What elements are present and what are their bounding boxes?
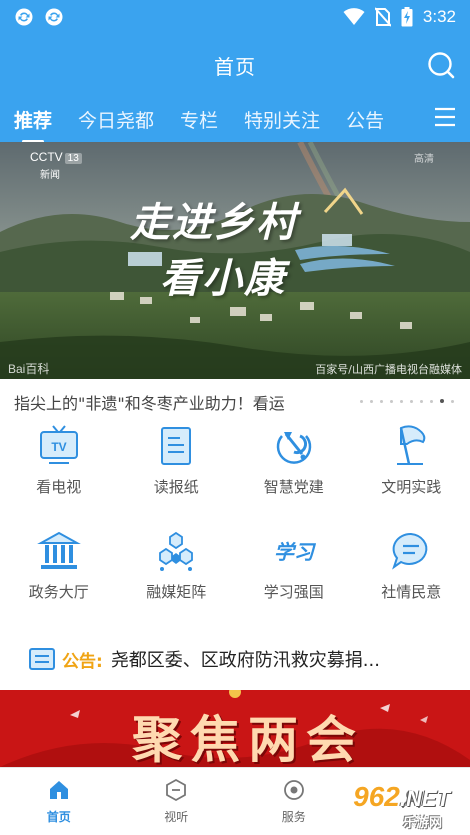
carousel-dot[interactable] [440,399,444,403]
status-right: 3:32 [343,7,456,27]
wifi-icon [343,8,365,25]
status-time: 3:32 [422,7,456,26]
grid-label: 学习强国 [263,583,324,601]
function-grid: TV 看电视 读报纸 智慧党建 文明实践 政务大厅 融媒矩阵 学习 学习强国 社… [0,410,470,636]
party-emblem-icon [276,432,311,464]
banner-watermark: 百家号/山西广播电视台融媒体 [315,363,462,376]
grid-item-xuexi[interactable]: 学习 学习强国 [235,521,353,626]
title-bar: 首页 [0,34,470,96]
no-sim-icon [374,7,391,27]
grid-label: 社情民意 [381,583,442,601]
category-tabs: 推荐 今日尧都 专栏 特别关注 公告 [0,96,470,143]
tab-column[interactable]: 专栏 [180,106,218,133]
nav-label: 视听 [164,810,189,824]
page-title: 首页 [214,54,256,79]
announcement-bar[interactable]: 公告: 尧都区委、区政府防汛救灾募捐... [0,636,470,682]
tab-recommend[interactable]: 推荐 [14,106,52,143]
cctv-sub-label: 新闻 [40,170,60,181]
bottom-navigation: 首页 视听 服务 962.NET 乐游网 [0,767,470,835]
carousel-dot[interactable] [451,399,454,403]
announcement-tag: 公告: [62,651,103,672]
promo-title: 聚焦两会 [132,710,364,767]
grid-item-government-hall[interactable]: 政务大厅 [0,521,118,626]
carousel-dot[interactable] [430,399,433,403]
grid-item-media-matrix[interactable]: 融媒矩阵 [118,521,236,626]
grid-label: 看电视 [36,478,82,496]
video-icon [166,778,187,802]
status-left [14,7,64,27]
baidu-mark: Bai百科 [8,362,50,376]
grid-label: 智慧党建 [263,478,324,496]
grid-item-newspaper[interactable]: 读报纸 [118,416,236,521]
announcement-icon [29,648,55,670]
home-icon [49,781,68,799]
announcement-text[interactable]: 尧都区委、区政府防汛救灾募捐... [111,646,380,672]
banner-title-line1: 走进乡村 [130,199,298,246]
tab-today-yaodu[interactable]: 今日尧都 [78,106,154,133]
carousel-dot[interactable] [420,399,423,403]
menu-icon[interactable] [434,106,456,128]
banner-title: 走进乡村 看小康 [130,190,298,304]
grid-item-public-opinion[interactable]: 社情民意 [353,521,470,626]
flag-icon [397,425,426,465]
grid-item-civilization-practice[interactable]: 文明实践 [353,416,470,521]
carousel-dot[interactable] [380,399,383,403]
status-bar: 3:32 [0,0,470,34]
svg-text:学习: 学习 [274,540,316,564]
carousel-dot[interactable] [410,399,413,403]
carousel-dot[interactable] [400,399,403,403]
carousel-indicator [360,399,454,403]
carousel-dot[interactable] [390,399,393,403]
service-icon [283,780,304,800]
newspaper-icon [161,427,192,465]
carousel-banner[interactable]: CCTV 13 新闻 高清 走进乡村 看小康 Bai百科 百家号/山西广播电视台融… [0,142,470,379]
promo-banner[interactable]: 聚焦两会 [0,690,470,767]
app-root: 3:32 首页 推荐 今日尧都 专栏 特别关注 公告 CCTV 13 新闻 高清… [0,0,470,835]
xuexi-logo-icon: 学习 [274,540,316,564]
nav-home[interactable]: 首页 [0,768,118,835]
grid-label: 读报纸 [153,478,199,496]
grid-item-tv[interactable]: TV 看电视 [0,416,118,521]
nav-profile[interactable] [353,768,470,835]
grid-label: 融媒矩阵 [146,583,207,601]
tab-announcement[interactable]: 公告 [346,106,384,133]
banner-title-line2: 看小康 [160,255,286,302]
battery-charging-icon [401,7,413,27]
svg-text:TV: TV [51,440,66,454]
grid-label: 文明实践 [381,478,442,496]
sync-icon [45,8,63,26]
user-icon [402,789,421,808]
sync-icon [15,8,33,26]
nav-label: 服务 [281,810,306,824]
media-matrix-icon [159,531,194,571]
carousel-dot[interactable] [360,399,363,403]
nav-service[interactable]: 服务 [235,768,353,835]
search-icon[interactable] [426,50,456,80]
government-hall-icon [36,531,81,569]
carousel-dot[interactable] [370,399,373,403]
grid-item-party-building[interactable]: 智慧党建 [235,416,353,521]
grid-label: 政务大厅 [28,583,89,601]
nav-audio-video[interactable]: 视听 [118,768,236,835]
cctv-logo: CCTV 13 [30,150,82,164]
chat-bubble-icon [392,532,428,570]
hd-mark: 高清 [414,154,434,165]
app-header: 3:32 首页 推荐 今日尧都 专栏 特别关注 公告 [0,0,470,143]
tv-icon: TV [39,425,78,464]
nav-label: 首页 [46,810,71,824]
tab-special-focus[interactable]: 特别关注 [244,106,320,133]
